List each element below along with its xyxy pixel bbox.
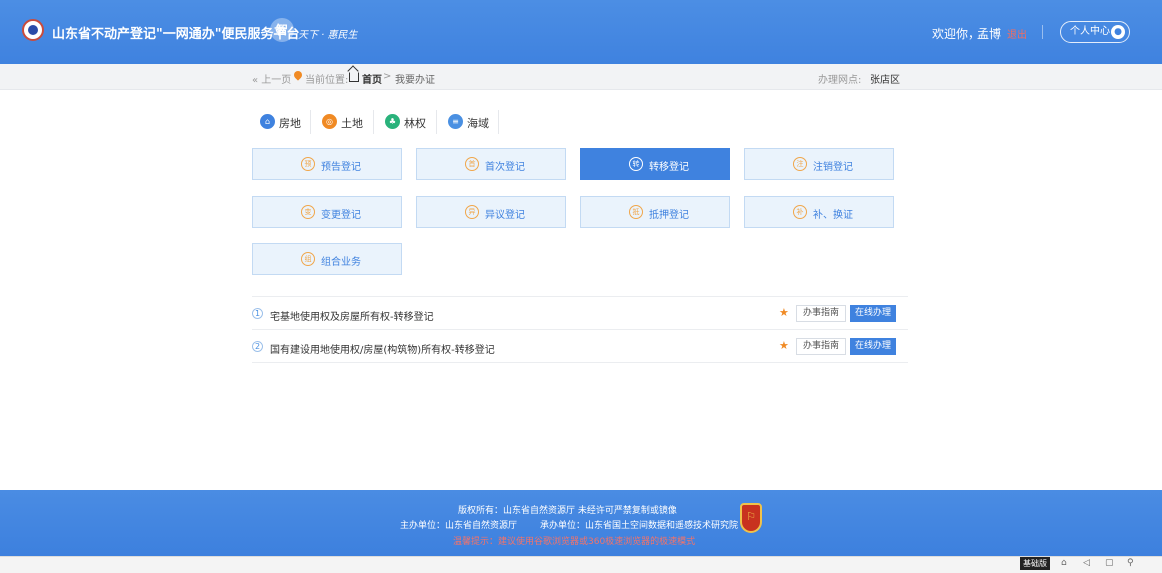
accessibility-toolbar [0,556,1162,573]
user-center-label: 个人中心 [1070,26,1110,37]
site-logo-icon[interactable] [22,19,44,41]
online-process-button[interactable]: 在线办理 [850,338,896,355]
office-value[interactable]: 张店区 [870,71,900,86]
home-tool-icon[interactable]: ⌂ [1061,558,1067,568]
biz-label: 转移登记 [649,162,689,173]
breadcrumb [0,64,1162,90]
biz-cancel-registration-button[interactable]: 注 注销登记 [744,148,894,180]
list-item-title[interactable]: 宅基地使用权及房屋所有权-转移登记 [270,308,434,323]
land-icon: ◎ [322,114,337,129]
slogan-emblem-icon: 智 [270,18,294,42]
tab-label: 海域 [467,117,489,130]
location-label: 当前位置: [305,75,349,86]
tab-divider [310,110,311,134]
office-label: 办理网点: [818,75,862,86]
biz-label: 补、换证 [813,210,853,221]
biz-icon: 变 [301,205,315,219]
biz-label: 注销登记 [813,162,853,173]
sound-icon[interactable]: ◁ [1083,558,1090,568]
biz-label: 预告登记 [321,162,361,173]
biz-icon: 注 [793,157,807,171]
party-emblem-icon[interactable]: ⚐ [740,503,762,533]
home-icon[interactable] [349,72,359,82]
biz-icon: 异 [465,205,479,219]
welcome-text: 欢迎你， [932,27,981,41]
biz-transfer-registration-button[interactable]: 转 转移登记 [580,148,730,180]
online-process-button[interactable]: 在线办理 [850,305,896,322]
user-circle-icon: ● [1111,25,1125,39]
favorite-star-icon[interactable]: ★ [779,306,789,319]
favorite-star-icon[interactable]: ★ [779,339,789,352]
list-divider [252,296,908,297]
house-icon: ⌂ [260,114,275,129]
breadcrumb-separator: > [383,71,392,82]
biz-icon: 补 [793,205,807,219]
user-center-button[interactable]: 个人中心 ● [1060,21,1130,43]
tab-label: 土地 [341,117,363,130]
tab-label: 房地 [279,117,301,130]
biz-icon: 预 [301,157,315,171]
biz-advance-registration-button[interactable]: 预 预告登记 [252,148,402,180]
biz-change-registration-button[interactable]: 变 变更登记 [252,196,402,228]
tab-label: 林权 [404,117,426,130]
biz-icon: 抵 [629,205,643,219]
item-number: 1 [252,308,263,319]
biz-first-registration-button[interactable]: 首 首次登记 [416,148,566,180]
biz-icon: 首 [465,157,479,171]
logout-link[interactable]: 退出 [1007,26,1027,41]
footer-undertaker: 承办单位：山东省国土空间数据和遥感技术研究院 [540,521,739,531]
biz-mortgage-registration-button[interactable]: 抵 抵押登记 [580,196,730,228]
biz-label: 组合业务 [321,257,361,268]
breadcrumb-current: 我要办证 [395,75,435,86]
biz-reissue-certificate-button[interactable]: 补 补、换证 [744,196,894,228]
tab-divider [373,110,374,134]
biz-icon: 组 [301,252,315,266]
zoom-icon[interactable]: ⚲ [1127,558,1134,568]
biz-label: 变更登记 [321,210,361,221]
footer-browser-tip: 温馨提示：建议使用谷歌浏览器或360极速浏览器的极速模式 [453,537,696,547]
list-item-title[interactable]: 国有建设用地使用权/房屋(构筑物)所有权-转移登记 [270,341,495,356]
slogan-text: 天下 · 惠民生 [298,30,358,41]
guide-button[interactable]: 办事指南 [796,305,846,322]
user-name: 孟博 [977,27,1002,41]
list-divider [252,362,908,363]
item-number: 2 [252,341,263,352]
tree-icon: ♣ [385,114,400,129]
biz-combined-business-button[interactable]: 组 组合业务 [252,243,402,275]
tab-divider [436,110,437,134]
footer-copyright: 版权所有：山东省自然资源厅 未经许可严禁复制或镜像 [458,506,677,516]
screen-icon[interactable]: ▢ [1105,558,1114,568]
biz-label: 首次登记 [485,162,525,173]
site-title[interactable]: 山东省不动产登记"一网通办"便民服务平台 [52,23,300,42]
tab-divider [498,110,499,134]
biz-objection-registration-button[interactable]: 异 异议登记 [416,196,566,228]
guide-button[interactable]: 办事指南 [796,338,846,355]
header-divider [1042,25,1043,39]
home-link[interactable]: 首页 [362,71,382,86]
back-link[interactable]: « 上一页 [252,71,291,86]
footer-host: 主办单位：山东省自然资源厅 [400,521,518,531]
biz-label: 抵押登记 [649,210,689,221]
basic-version-badge[interactable]: 基础版 [1020,557,1050,570]
list-divider [252,329,908,330]
sea-icon: ≡ [448,114,463,129]
biz-icon: 转 [629,157,643,171]
biz-label: 异议登记 [485,210,525,221]
